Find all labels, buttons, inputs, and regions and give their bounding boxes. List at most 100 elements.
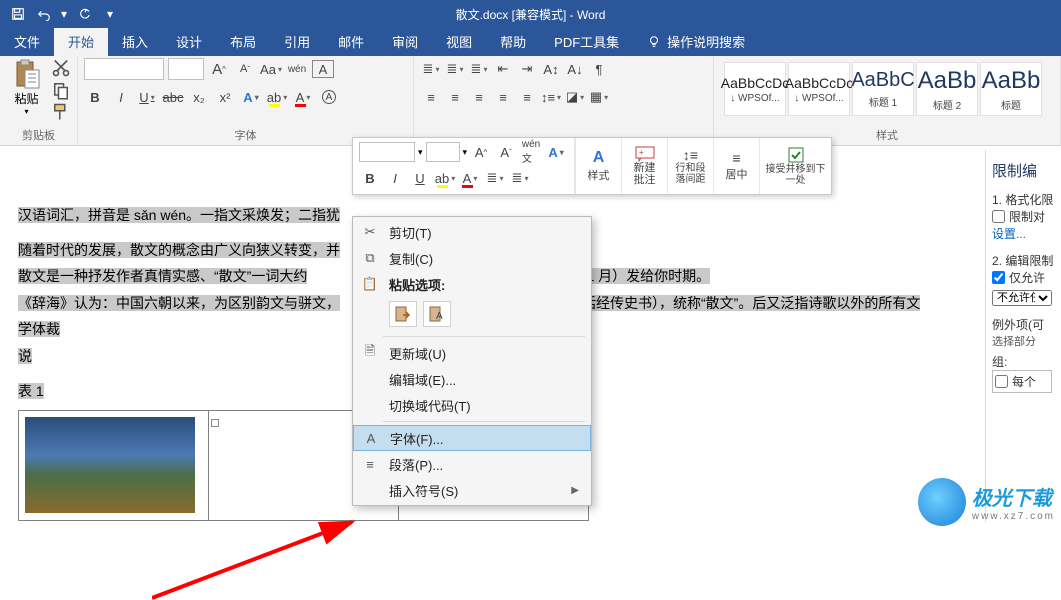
- text-selection[interactable]: 表 1: [18, 383, 44, 399]
- mini-phonetic-button[interactable]: wén文: [520, 141, 542, 163]
- everyone-checkbox[interactable]: 每个: [992, 370, 1052, 393]
- tab-home[interactable]: 开始: [54, 27, 108, 56]
- numbering-button[interactable]: ≣▾: [444, 58, 466, 80]
- font-color-button[interactable]: A▾: [292, 86, 314, 108]
- mini-new-comment-button[interactable]: + 新建 批注: [621, 138, 667, 194]
- mini-shrink-font-button[interactable]: Aˇ: [495, 141, 517, 163]
- table-cell[interactable]: [19, 411, 209, 521]
- font-name-input[interactable]: [84, 58, 164, 80]
- highlight-button[interactable]: ab▾: [266, 86, 288, 108]
- mini-bold-button[interactable]: B: [359, 167, 381, 189]
- ctx-copy[interactable]: ⧉ 复制(C): [353, 245, 591, 271]
- superscript-button[interactable]: x²: [214, 86, 236, 108]
- copy-icon[interactable]: [51, 80, 71, 100]
- ctx-toggle-field-codes[interactable]: 切换域代码(T): [353, 392, 591, 418]
- text-selection[interactable]: 《辞海》认为：中国六朝以来，为区别韵文与骈文，: [18, 295, 340, 311]
- undo-icon[interactable]: [32, 3, 56, 25]
- distribute-button[interactable]: ≡: [516, 86, 538, 108]
- ctx-cut[interactable]: ✂ 剪切(T): [353, 219, 591, 245]
- style-item-4[interactable]: AaBb标题: [980, 62, 1042, 116]
- borders-button[interactable]: ▦▾: [588, 86, 610, 108]
- mini-numbering-button[interactable]: ≣▾: [509, 167, 531, 189]
- mini-styles-gallery-button[interactable]: A 样式: [575, 138, 621, 194]
- redo-icon[interactable]: [72, 3, 96, 25]
- text-effects-button[interactable]: A▾: [240, 86, 262, 108]
- styles-gallery[interactable]: AaBbCcDc↓ WPSOf... AaBbCcDc↓ WPSOf... Aa…: [720, 58, 1054, 120]
- cell-handle-icon[interactable]: [211, 419, 219, 427]
- mini-line-spacing-button[interactable]: ↕≡ 行和段落间距: [667, 138, 713, 194]
- bold-button[interactable]: B: [84, 86, 106, 108]
- style-item-1[interactable]: AaBbCcDc↓ WPSOf...: [788, 62, 850, 116]
- editing-type-select[interactable]: 不允许任: [992, 290, 1052, 306]
- format-painter-icon[interactable]: [51, 102, 71, 122]
- font-size-input[interactable]: [168, 58, 204, 80]
- tab-design[interactable]: 设计: [162, 27, 216, 56]
- qat-customize-icon[interactable]: ▾: [98, 3, 122, 25]
- decrease-indent-button[interactable]: ⇤: [492, 58, 514, 80]
- mini-font-color-button[interactable]: A▾: [459, 167, 481, 189]
- align-left-button[interactable]: ≡: [420, 86, 442, 108]
- mini-underline-button[interactable]: U: [409, 167, 431, 189]
- tab-view[interactable]: 视图: [432, 27, 486, 56]
- tab-mailings[interactable]: 邮件: [324, 27, 378, 56]
- bullets-button[interactable]: ≣▾: [420, 58, 442, 80]
- save-icon[interactable]: [6, 3, 30, 25]
- text-selection[interactable]: 说: [18, 348, 32, 364]
- style-item-2[interactable]: AaBbC标题 1: [852, 62, 914, 116]
- text-selection[interactable]: 随着时代的发展，散文的概念由广义向狭义转变，并: [18, 242, 340, 258]
- increase-indent-button[interactable]: ⇥: [516, 58, 538, 80]
- paste-text-only-icon[interactable]: A: [423, 301, 451, 327]
- mini-italic-button[interactable]: I: [384, 167, 406, 189]
- tab-layout[interactable]: 布局: [216, 27, 270, 56]
- text-selection[interactable]: 散文是一种抒发作者真情实感、“散文”一词大约: [18, 268, 307, 284]
- ctx-edit-field[interactable]: 编辑域(E)...: [353, 366, 591, 392]
- line-spacing-button[interactable]: ↕≡▾: [540, 86, 562, 108]
- mini-grow-font-button[interactable]: A^: [470, 141, 492, 163]
- tab-pdf[interactable]: PDF工具集: [540, 27, 633, 56]
- text-selection[interactable]: 学体裁: [18, 321, 60, 337]
- show-marks-button[interactable]: ¶: [588, 58, 610, 80]
- allow-only-checkbox[interactable]: 仅允许: [992, 269, 1055, 286]
- phonetic-guide-button[interactable]: wén: [286, 58, 308, 80]
- cut-icon[interactable]: [51, 58, 71, 78]
- inserted-image[interactable]: [25, 417, 195, 513]
- circled-char-button[interactable]: A: [318, 86, 340, 108]
- justify-button[interactable]: ≡: [492, 86, 514, 108]
- tab-references[interactable]: 引用: [270, 27, 324, 56]
- strike-button[interactable]: abc: [162, 86, 184, 108]
- change-case-button[interactable]: Aa▾: [260, 58, 282, 80]
- style-item-0[interactable]: AaBbCcDc↓ WPSOf...: [724, 62, 786, 116]
- mini-font-name-input[interactable]: [359, 142, 415, 162]
- shrink-font-button[interactable]: Aˇ: [234, 58, 256, 80]
- ctx-paragraph[interactable]: ≡ 段落(P)...: [353, 451, 591, 477]
- ctx-insert-symbol[interactable]: 插入符号(S) ▶: [353, 477, 591, 503]
- mini-styles-button[interactable]: A▾: [545, 141, 567, 163]
- multilevel-button[interactable]: ≣▾: [468, 58, 490, 80]
- ctx-update-field[interactable]: 🗎 更新域(U): [353, 340, 591, 366]
- mini-accept-next-button[interactable]: 接受并移到下一处: [759, 138, 831, 194]
- align-right-button[interactable]: ≡: [468, 86, 490, 108]
- paste-button[interactable]: 粘贴 ▾: [6, 58, 47, 116]
- style-item-3[interactable]: AaBb标题 2: [916, 62, 978, 116]
- tab-review[interactable]: 审阅: [378, 27, 432, 56]
- mini-center-button[interactable]: ≡ 居中: [713, 138, 759, 194]
- grow-font-button[interactable]: A^: [208, 58, 230, 80]
- mini-highlight-button[interactable]: ab▾: [434, 167, 456, 189]
- underline-button[interactable]: U▾: [136, 86, 158, 108]
- restrict-formatting-checkbox[interactable]: 限制对: [992, 208, 1055, 225]
- tab-file[interactable]: 文件: [0, 27, 54, 56]
- align-center-button[interactable]: ≡: [444, 86, 466, 108]
- subscript-button[interactable]: x₂: [188, 86, 210, 108]
- paste-keep-source-icon[interactable]: [389, 301, 417, 327]
- mini-font-size-input[interactable]: [426, 142, 460, 162]
- tab-help[interactable]: 帮助: [486, 27, 540, 56]
- shading-button[interactable]: ◪▾: [564, 86, 586, 108]
- mini-bullets-button[interactable]: ≣▾: [484, 167, 506, 189]
- sort-button[interactable]: A↓: [564, 58, 586, 80]
- text-selection[interactable]: 汉语词汇，拼音是 sǎn wén。一指文采焕发；二指犹: [18, 207, 340, 223]
- italic-button[interactable]: I: [110, 86, 132, 108]
- text-direction-button[interactable]: A↕: [540, 58, 562, 80]
- ctx-font[interactable]: A 字体(F)...: [353, 425, 591, 451]
- tab-insert[interactable]: 插入: [108, 27, 162, 56]
- tell-me-search[interactable]: 操作说明搜索: [633, 27, 759, 56]
